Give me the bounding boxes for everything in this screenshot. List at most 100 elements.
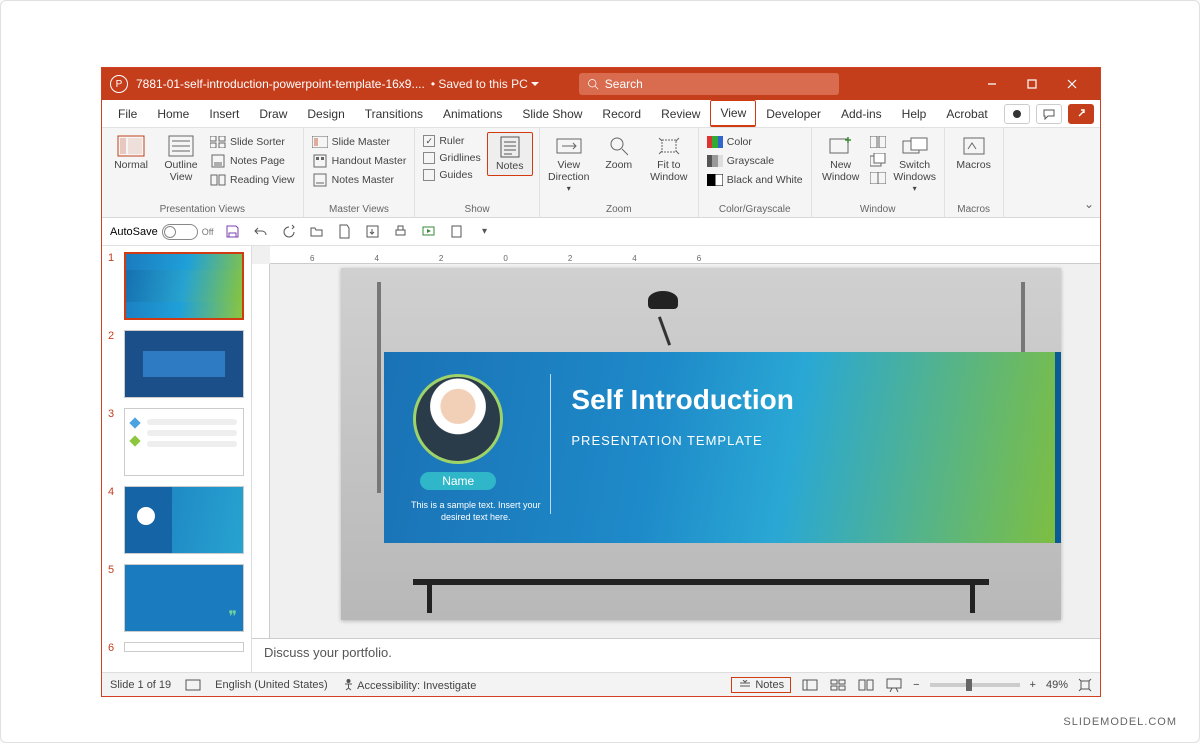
switch-windows-button[interactable]: Switch Windows▾ — [892, 132, 938, 196]
tab-draw[interactable]: Draw — [249, 100, 297, 127]
color-button[interactable]: Color — [705, 134, 805, 150]
accessibility-status[interactable]: Accessibility: Investigate — [342, 678, 477, 692]
zoom-in-button[interactable]: + — [1030, 679, 1036, 691]
grayscale-button[interactable]: Grayscale — [705, 153, 805, 169]
handout-master-icon — [312, 154, 328, 168]
zoom-slider[interactable] — [930, 683, 1020, 687]
tab-acrobat[interactable]: Acrobat — [936, 100, 997, 127]
new-window-button[interactable]: New Window — [818, 132, 864, 185]
slide-canvas[interactable]: Self Introduction PRESENTATION TEMPLATE … — [341, 268, 1061, 620]
maximize-button[interactable] — [1012, 68, 1052, 100]
handout-master-button[interactable]: Handout Master — [310, 153, 409, 169]
tab-view[interactable]: View — [710, 100, 756, 127]
slide-sorter-status-button[interactable] — [829, 678, 847, 692]
notes-page-icon — [210, 154, 226, 168]
slide-thumbnail-6[interactable] — [124, 642, 244, 652]
search-box[interactable]: Search — [579, 73, 839, 95]
notes-master-button[interactable]: Notes Master — [310, 172, 409, 188]
save-status[interactable]: • Saved to this PC — [431, 77, 539, 91]
outline-view-button[interactable]: Outline View — [158, 132, 204, 185]
reading-view-button[interactable]: Reading View — [208, 172, 297, 188]
open-button[interactable] — [308, 223, 326, 241]
record-indicator-button[interactable] — [1004, 104, 1030, 124]
tab-animations[interactable]: Animations — [433, 100, 512, 127]
tab-addins[interactable]: Add-ins — [831, 100, 892, 127]
tab-file[interactable]: File — [108, 100, 147, 127]
spellcheck-icon[interactable] — [185, 679, 201, 691]
slide-thumbnail-5[interactable]: ❞ — [124, 564, 244, 632]
tab-help[interactable]: Help — [892, 100, 937, 127]
slide-thumbnail-3[interactable] — [124, 408, 244, 476]
new-file-button[interactable] — [336, 223, 354, 241]
notes-icon — [496, 135, 524, 159]
tab-insert[interactable]: Insert — [199, 100, 249, 127]
slide-sorter-button[interactable]: Slide Sorter — [208, 134, 297, 150]
slide-thumbnail-4[interactable] — [124, 486, 244, 554]
name-placeholder[interactable]: Name — [420, 472, 496, 490]
checkbox-checked-icon: ✓ — [423, 135, 435, 147]
slide-thumbnails-panel[interactable]: 1 2 3 4 5❞ 6 — [102, 246, 252, 672]
tab-review[interactable]: Review — [651, 100, 710, 127]
titlebar: P 7881-01-self-introduction-powerpoint-t… — [102, 68, 1100, 100]
guides-checkbox[interactable]: Guides — [421, 168, 482, 182]
arrange-all-button[interactable] — [868, 134, 888, 150]
reading-view-status-button[interactable] — [857, 678, 875, 692]
bw-icon — [707, 173, 723, 187]
horizontal-ruler[interactable]: 6420246 — [270, 246, 1100, 264]
present-button[interactable] — [420, 223, 438, 241]
normal-view-button[interactable]: Normal — [108, 132, 154, 174]
qat-more-button[interactable]: ▾ — [476, 223, 494, 241]
ribbon-tabs: File Home Insert Draw Design Transitions… — [102, 100, 1100, 128]
notes-button[interactable]: Notes — [487, 132, 533, 176]
zoom-button[interactable]: Zoom — [596, 132, 642, 174]
tab-transitions[interactable]: Transitions — [355, 100, 433, 127]
zoom-percent[interactable]: 49% — [1046, 679, 1068, 691]
touch-mode-button[interactable] — [448, 223, 466, 241]
move-split-button[interactable] — [868, 170, 888, 186]
redo-button[interactable] — [280, 223, 298, 241]
slide-thumbnail-2[interactable] — [124, 330, 244, 398]
close-button[interactable] — [1052, 68, 1092, 100]
collapse-ribbon-button[interactable]: ⌄ — [1084, 197, 1094, 211]
zoom-out-button[interactable]: − — [913, 679, 919, 691]
zoom-icon — [605, 134, 633, 158]
share-button[interactable] — [1068, 104, 1094, 124]
notes-page-button[interactable]: Notes Page — [208, 153, 297, 169]
tab-slideshow[interactable]: Slide Show — [512, 100, 592, 127]
slide-master-button[interactable]: Slide Master — [310, 134, 409, 150]
language-status[interactable]: English (United States) — [215, 679, 328, 691]
export-button[interactable] — [364, 223, 382, 241]
app-icon: P — [110, 75, 128, 93]
tab-developer[interactable]: Developer — [756, 100, 831, 127]
view-direction-button[interactable]: View Direction▾ — [546, 132, 592, 196]
thumb-number: 3 — [108, 408, 118, 420]
reading-view-icon — [210, 173, 226, 187]
slide-subtitle[interactable]: PRESENTATION TEMPLATE — [571, 433, 762, 448]
tab-design[interactable]: Design — [297, 100, 354, 127]
print-button[interactable] — [392, 223, 410, 241]
vertical-ruler[interactable] — [252, 264, 270, 638]
status-notes-button[interactable]: Notes — [731, 677, 791, 693]
notes-pane[interactable]: Discuss your portfolio. — [252, 638, 1100, 672]
tab-record[interactable]: Record — [592, 100, 651, 127]
normal-view-status-button[interactable] — [801, 678, 819, 692]
minimize-button[interactable] — [972, 68, 1012, 100]
fit-to-window-button[interactable]: Fit to Window — [646, 132, 692, 185]
undo-button[interactable] — [252, 223, 270, 241]
black-white-button[interactable]: Black and White — [705, 172, 805, 188]
gridlines-checkbox[interactable]: Gridlines — [421, 151, 482, 165]
tab-home[interactable]: Home — [147, 100, 199, 127]
ruler-checkbox[interactable]: ✓Ruler — [421, 134, 482, 148]
slide-counter[interactable]: Slide 1 of 19 — [110, 679, 171, 691]
slideshow-status-button[interactable] — [885, 678, 903, 692]
slide-thumbnail-1[interactable] — [124, 252, 244, 320]
save-button[interactable] — [224, 223, 242, 241]
view-direction-icon — [555, 134, 583, 158]
autosave-toggle[interactable]: AutoSave Off — [110, 224, 214, 240]
sample-text[interactable]: This is a sample text. Insert your desir… — [406, 500, 546, 523]
comments-button[interactable] — [1036, 104, 1062, 124]
slide-title[interactable]: Self Introduction — [571, 384, 793, 416]
macros-button[interactable]: Macros — [951, 132, 997, 174]
cascade-button[interactable] — [868, 152, 888, 168]
fit-to-window-status-button[interactable] — [1078, 678, 1092, 692]
